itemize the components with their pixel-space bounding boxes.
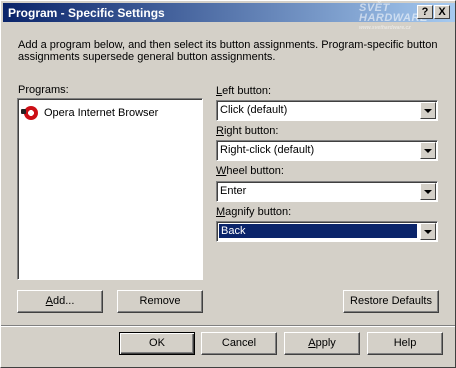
list-item[interactable]: Opera Internet Browser: [21, 105, 159, 121]
wheel-button-label: Wheel button:: [216, 165, 284, 177]
right-button-value: Right-click (default): [220, 144, 315, 156]
ok-button[interactable]: OK: [119, 332, 195, 355]
apply-button[interactable]: Apply: [284, 332, 360, 355]
chevron-down-icon[interactable]: [420, 223, 436, 240]
chevron-down-icon[interactable]: [420, 142, 436, 159]
right-button-select[interactable]: Right-click (default): [216, 140, 438, 161]
programs-list[interactable]: Opera Internet Browser: [17, 98, 203, 280]
left-button-label: Left button:: [216, 85, 272, 97]
add-button[interactable]: Add...: [17, 290, 103, 313]
wheel-button-value: Enter: [220, 185, 247, 197]
help-button[interactable]: Help: [367, 332, 443, 355]
chevron-down-icon[interactable]: [420, 102, 436, 119]
right-button-label: Right button:: [216, 125, 279, 137]
remove-button[interactable]: Remove: [117, 290, 203, 313]
programs-label: Programs:: [18, 84, 69, 96]
chevron-down-icon[interactable]: [420, 183, 436, 200]
left-button-value: Click (default): [220, 104, 288, 116]
title-bar[interactable]: Program - Specific Settings SVĚT HARDWAR…: [3, 3, 455, 31]
window-title: Program - Specific Settings: [8, 6, 165, 20]
help-icon[interactable]: ?: [417, 5, 433, 19]
close-icon[interactable]: X: [434, 5, 450, 19]
program-settings-dialog: Program - Specific Settings SVĚT HARDWAR…: [0, 0, 456, 368]
magnify-button-value: Back: [219, 224, 417, 238]
divider: [1, 325, 455, 327]
wheel-button-select[interactable]: Enter: [216, 181, 438, 202]
restore-defaults-button[interactable]: Restore Defaults: [343, 290, 439, 313]
description-text: Add a program below, and then select its…: [18, 39, 438, 63]
magnify-button-select[interactable]: Back: [216, 221, 438, 242]
left-button-select[interactable]: Click (default): [216, 100, 438, 121]
program-name: Opera Internet Browser: [44, 107, 159, 119]
magnify-button-label: Magnify button:: [216, 206, 292, 218]
opera-icon: [21, 106, 38, 120]
cancel-button[interactable]: Cancel: [201, 332, 277, 355]
